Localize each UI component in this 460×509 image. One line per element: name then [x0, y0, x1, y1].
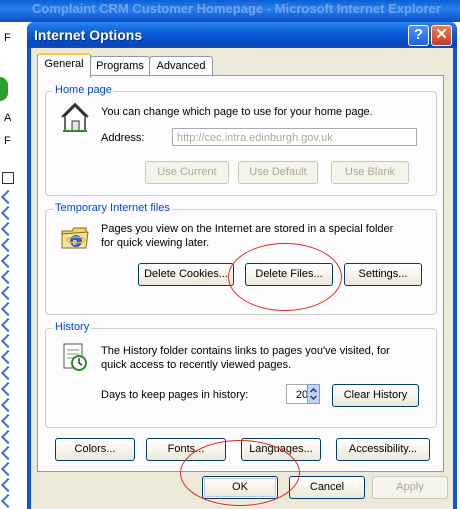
background-tree-chevron-icon [0, 333, 16, 349]
days-spinner[interactable] [307, 384, 320, 404]
background-tree-chevron-icon [0, 461, 16, 477]
days-to-keep-label: Days to keep pages in history: [101, 389, 249, 401]
background-window-title: Complaint CRM Customer Homepage - Micros… [32, 1, 441, 16]
history-description-1: The History folder contains links to pag… [101, 345, 390, 357]
background-tree-chevron-icon [0, 189, 16, 205]
dialog-titlebar[interactable]: Internet Options ? ✕ [27, 22, 457, 48]
background-green-icon [0, 77, 8, 101]
tab-advanced[interactable]: Advanced [149, 56, 213, 76]
background-glyph: A [4, 112, 12, 124]
apply-button[interactable]: Apply [372, 476, 448, 499]
home-page-legend: Home page [53, 84, 114, 96]
background-tree-chevron-icon [0, 397, 16, 413]
use-default-button[interactable]: Use Default [238, 161, 318, 184]
background-tree-chevron-icon [0, 349, 16, 365]
temporary-files-description-2: for quick viewing later. [101, 237, 210, 249]
internet-options-dialog: Internet Options ? ✕ General Programs Ad… [27, 22, 457, 509]
background-tree-chevron-icon [0, 205, 16, 221]
spinner-arrows-icon [309, 387, 318, 401]
dialog-client-area: General Programs Advanced Home page You … [31, 48, 453, 509]
home-page-group: Home page You can change which page to u… [45, 84, 437, 196]
history-group: History The History folder contains link… [45, 321, 437, 428]
address-field[interactable]: http://cec.intra.edinburgh.gov.uk [172, 128, 417, 146]
tab-general[interactable]: General [37, 53, 91, 78]
background-tree-chevron-icon [0, 445, 16, 461]
temporary-files-description-1: Pages you view on the Internet are store… [101, 223, 394, 235]
colors-button[interactable]: Colors... [55, 438, 135, 461]
background-tree-chevron-icon [0, 493, 16, 509]
dialog-title: Internet Options [34, 27, 143, 43]
history-description-2: quick access to recently viewed pages. [101, 359, 292, 371]
home-page-description: You can change which page to use for you… [101, 106, 373, 118]
history-legend: History [53, 321, 92, 333]
delete-files-button[interactable]: Delete Files... [245, 263, 333, 286]
use-blank-button[interactable]: Use Blank [331, 161, 409, 184]
background-tree-chevron-icon [0, 477, 16, 493]
background-tree-chevron-icon [0, 317, 16, 333]
background-tree-chevron-icon [0, 237, 16, 253]
background-tree-chevron-icon [0, 221, 16, 237]
tab-programs[interactable]: Programs [90, 56, 150, 76]
settings-button[interactable]: Settings... [344, 263, 422, 286]
fonts-button[interactable]: Fonts... [146, 438, 226, 461]
accessibility-button[interactable]: Accessibility... [336, 438, 430, 461]
address-label: Address: [101, 132, 145, 144]
clear-history-button[interactable]: Clear History [332, 384, 419, 407]
background-tree-chevron-icon [0, 381, 16, 397]
general-tab-pane: Home page You can change which page to u… [37, 75, 444, 472]
use-current-button[interactable]: Use Current [145, 161, 229, 184]
background-page-icon [2, 172, 14, 184]
background-tree-chevron-icon [0, 301, 16, 317]
help-button[interactable]: ? [408, 25, 429, 46]
history-clock-icon [63, 343, 87, 371]
background-tree-chevron-icon [0, 413, 16, 429]
house-icon [61, 102, 89, 132]
background-browser-titlebar: Complaint CRM Customer Homepage - Micros… [0, 0, 460, 22]
background-tree-chevron-icon [0, 269, 16, 285]
cancel-button[interactable]: Cancel [289, 476, 365, 499]
folder-ie-icon: e [61, 227, 89, 249]
ok-button[interactable]: OK [202, 476, 278, 499]
background-tree-chevron-icon [0, 253, 16, 269]
background-tree-chevron-icon [0, 429, 16, 445]
delete-cookies-button[interactable]: Delete Cookies... [138, 263, 234, 286]
temporary-files-legend: Temporary Internet files [53, 202, 172, 214]
background-glyph: F [4, 135, 11, 147]
background-glyph: F [4, 32, 11, 44]
background-tree-chevron-icon [0, 365, 16, 381]
temporary-files-group: Temporary Internet files e Pages you vie… [45, 202, 437, 315]
background-tree-chevron-icon [0, 285, 16, 301]
languages-button[interactable]: Languages... [241, 438, 321, 461]
close-button[interactable]: ✕ [431, 25, 452, 46]
background-browser-left-edge: F A F [0, 22, 30, 509]
